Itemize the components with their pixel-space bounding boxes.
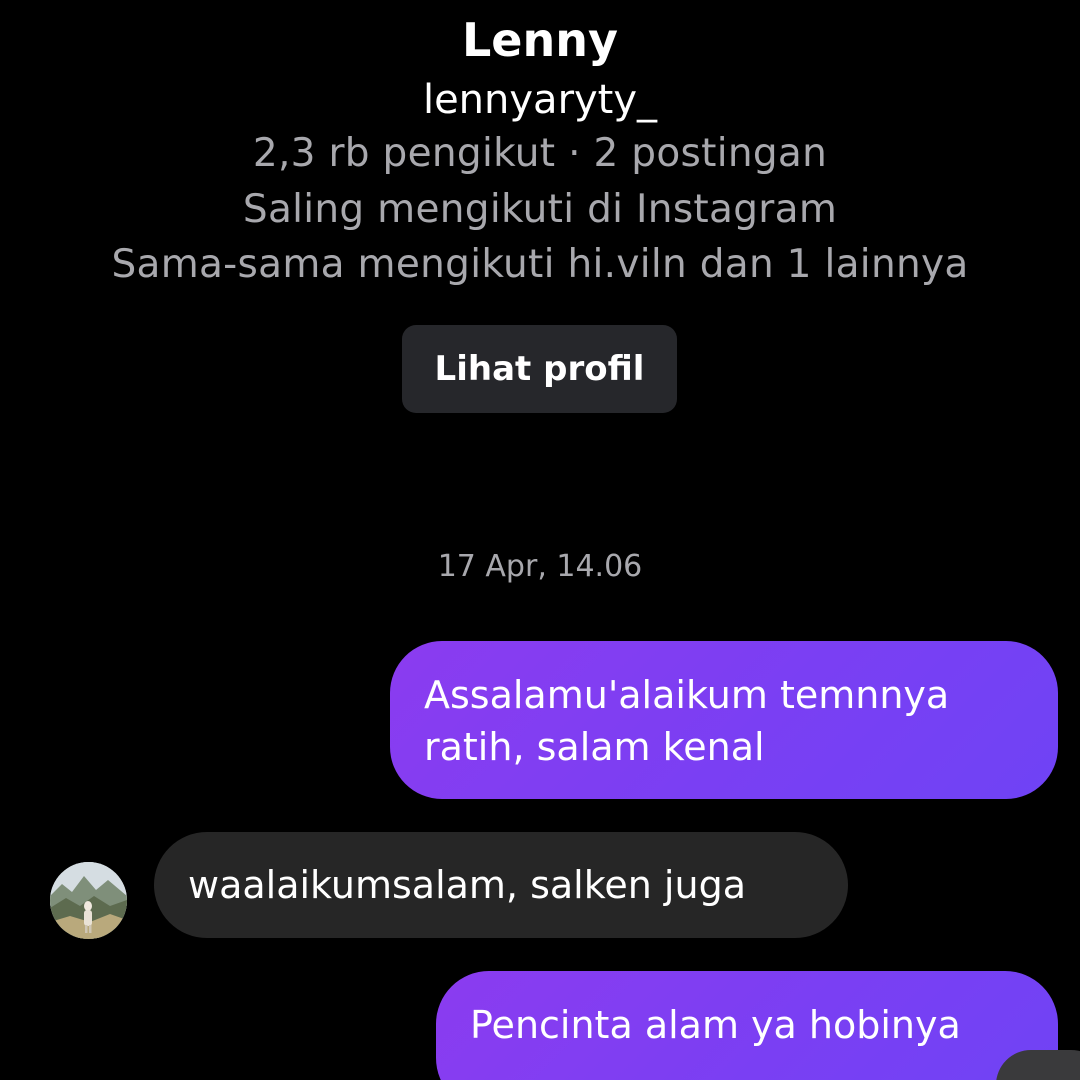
message-text: Pencinta alam ya hobinya <box>470 1003 961 1047</box>
sent-message-bubble[interactable]: Assalamu'alaikum temnnya ratih, salam ke… <box>390 641 1058 799</box>
avatar-photo-icon <box>50 862 127 939</box>
message-timestamp: 17 Apr, 14.06 <box>437 549 643 584</box>
message-text: waalaikumsalam, salken juga <box>188 863 746 907</box>
follow-status: Saling mengikuti di Instagram <box>242 187 838 232</box>
profile-stats: 2,3 rb pengikut · 2 postingan <box>252 131 828 176</box>
received-message-bubble[interactable]: waalaikumsalam, salken juga <box>154 832 848 938</box>
avatar[interactable] <box>50 862 127 939</box>
profile-username: lennyaryty_ <box>422 77 658 123</box>
profile-name: Lenny <box>462 13 618 67</box>
mutual-followers: Sama-sama mengikuti hi.viln dan 1 lainny… <box>111 242 969 287</box>
chat-screen: Lenny lennyaryty_ 2,3 rb pengikut · 2 po… <box>0 0 1080 1080</box>
sent-message-bubble[interactable]: Pencinta alam ya hobinya <box>436 971 1058 1080</box>
message-text: Assalamu'alaikum temnnya ratih, salam ke… <box>424 673 950 769</box>
view-profile-button[interactable]: Lihat profil <box>402 325 677 413</box>
